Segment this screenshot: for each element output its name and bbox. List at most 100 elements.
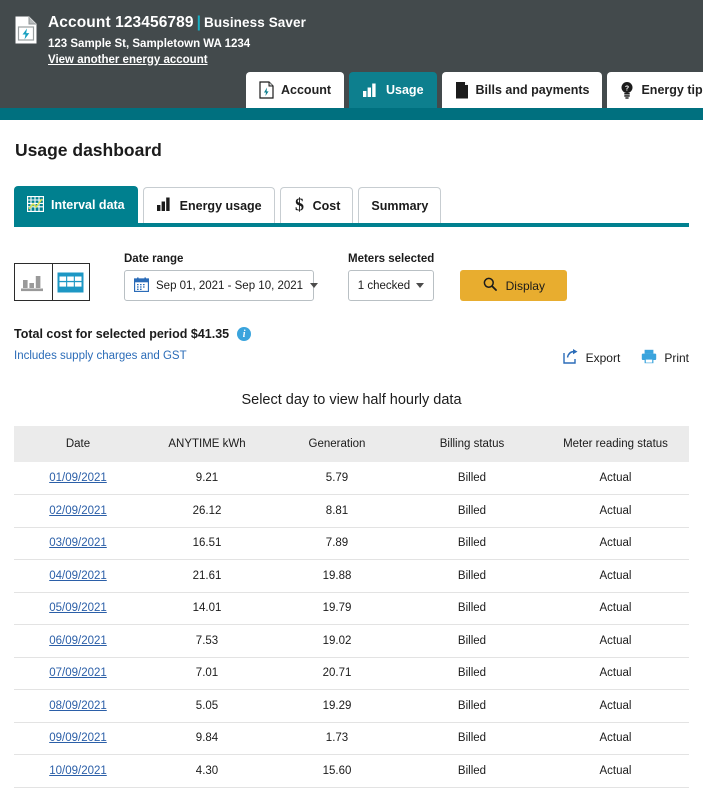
cell-generation: 1.73 [272,722,402,755]
cell-anytime-kwh: 9.21 [142,462,272,495]
tab-interval-data[interactable]: Interval data [14,186,138,223]
cell-generation: 19.02 [272,624,402,658]
cell-meter-reading-status: Actual [542,722,689,755]
cell-billing-status: Billed [402,559,542,593]
cell-anytime-kwh: 9.84 [142,722,272,755]
cell-anytime-kwh: 7.01 [142,657,272,690]
interval-data-table: Date ANYTIME kWh Generation Billing stat… [14,426,689,788]
date-link[interactable]: 04/09/2021 [49,570,107,582]
page-body: Usage dashboard Interval data Energy usa… [0,140,703,797]
tab-cost[interactable]: $ Cost [279,187,354,223]
view-mode-table-button[interactable] [51,264,90,300]
cell-date: 03/09/2021 [14,527,142,560]
chevron-down-icon [310,283,319,288]
view-another-account-link[interactable]: View another energy account [48,54,208,66]
date-link[interactable]: 06/09/2021 [49,635,107,647]
meters-selected-value: 1 checked [357,279,411,292]
cell-billing-status: Billed [402,754,542,788]
dashboard-tabs: Interval data Energy usage $ Cost Summar… [14,185,689,223]
date-link[interactable]: 10/09/2021 [49,765,107,777]
meters-selected-select[interactable]: 1 checked [348,270,434,301]
printer-icon [641,349,657,367]
tab-summary[interactable]: Summary [358,187,442,223]
table-row: 05/09/2021 14.01 19.79 Billed Actual [14,592,689,625]
date-link[interactable]: 08/09/2021 [49,700,107,712]
table-row: 10/09/2021 4.30 15.60 Billed Actual [14,754,689,788]
cell-billing-status: Billed [402,657,542,690]
column-header-billing-status: Billing status [402,426,542,462]
date-link[interactable]: 01/09/2021 [49,472,107,484]
svg-text:$: $ [295,195,304,214]
export-label: Export [585,351,621,365]
cell-billing-status: Billed [402,527,542,560]
cell-date: 06/09/2021 [14,624,142,658]
tabs-underline [14,223,689,227]
display-button[interactable]: Display [460,270,568,301]
date-range-value: Sep 01, 2021 - Sep 10, 2021 [156,279,304,292]
plan-name: Business Saver [204,15,306,30]
date-link[interactable]: 05/09/2021 [49,602,107,614]
info-icon[interactable]: i [237,327,252,341]
nav-tab-bills-and-payments[interactable]: Bills and payments [441,72,603,108]
document-page-icon [455,81,469,99]
cell-billing-status: Billed [402,722,542,755]
table-caption: Select day to view half hourly data [241,392,462,408]
table-row: 07/09/2021 7.01 20.71 Billed Actual [14,657,689,690]
cell-generation: 19.29 [272,689,402,723]
column-header-generation: Generation [272,426,402,462]
account-address: 123 Sample St, Sampletown WA 1234 [48,38,251,50]
chevron-down-icon [416,283,425,288]
cell-billing-status: Billed [402,689,542,723]
column-header-meter-reading-status: Meter reading status [542,426,689,462]
bar-chart-icon [156,196,173,215]
tab-cost-label: Cost [312,198,341,213]
table-row: 01/09/2021 9.21 5.79 Billed Actual [14,462,689,495]
nav-tab-account-label: Account [281,83,331,97]
tab-summary-label: Summary [371,198,429,213]
tab-energy-usage[interactable]: Energy usage [142,187,275,223]
table-row: 03/09/2021 16.51 7.89 Billed Actual [14,527,689,560]
meters-selected-label: Meters selected [348,253,435,265]
calendar-icon [133,277,150,295]
nav-tab-energy-tips[interactable]: ? Energy tips [607,72,703,108]
cell-generation: 15.60 [272,754,402,788]
table-row: 08/09/2021 5.05 19.29 Billed Actual [14,689,689,723]
cell-date: 07/09/2021 [14,657,142,690]
export-button[interactable]: Export [562,349,621,367]
cell-generation: 19.79 [272,592,402,625]
export-print-actions: Export Print [562,349,689,367]
cell-meter-reading-status: Actual [542,559,689,593]
cell-date: 02/09/2021 [14,494,142,528]
column-header-date: Date [14,426,142,462]
date-range-select[interactable]: Sep 01, 2021 - Sep 10, 2021 [124,270,319,301]
cell-anytime-kwh: 4.30 [142,754,272,788]
filters-toolbar: Date range Sep 01, 2021 - Sep 10, 2021 M… [14,253,689,301]
date-link[interactable]: 02/09/2021 [49,505,107,517]
cell-generation: 8.81 [272,494,402,528]
cell-anytime-kwh: 26.12 [142,494,272,528]
page-title: Usage dashboard [15,140,162,160]
tab-energy-usage-label: Energy usage [179,198,262,213]
cell-anytime-kwh: 16.51 [142,527,272,560]
date-link[interactable]: 03/09/2021 [49,537,107,549]
grid-table-icon [26,195,45,215]
date-link[interactable]: 07/09/2021 [49,667,107,679]
nav-tab-account[interactable]: Account [246,72,344,108]
document-bolt-icon [259,81,274,99]
date-range-label: Date range [124,253,184,265]
view-mode-toggle [14,263,90,301]
site-header: Account 123456789 | Business Saver 123 Sam… [0,0,703,120]
view-mode-chart-button[interactable] [15,264,52,300]
print-button[interactable]: Print [641,349,689,367]
nav-tab-bills-label: Bills and payments [475,83,590,97]
cell-anytime-kwh: 21.61 [142,559,272,593]
nav-tab-usage[interactable]: Usage [349,72,437,108]
lightbulb-icon: ? [620,81,634,99]
cell-meter-reading-status: Actual [542,754,689,788]
bar-chart-icon [362,82,379,98]
date-link[interactable]: 09/09/2021 [49,732,107,744]
table-row: 06/09/2021 7.53 19.02 Billed Actual [14,624,689,658]
total-cost-row: Total cost for selected period $41.35 i [14,327,689,341]
table-row: 04/09/2021 21.61 19.88 Billed Actual [14,559,689,593]
nav-tab-energy-tips-label: Energy tips [641,83,703,97]
